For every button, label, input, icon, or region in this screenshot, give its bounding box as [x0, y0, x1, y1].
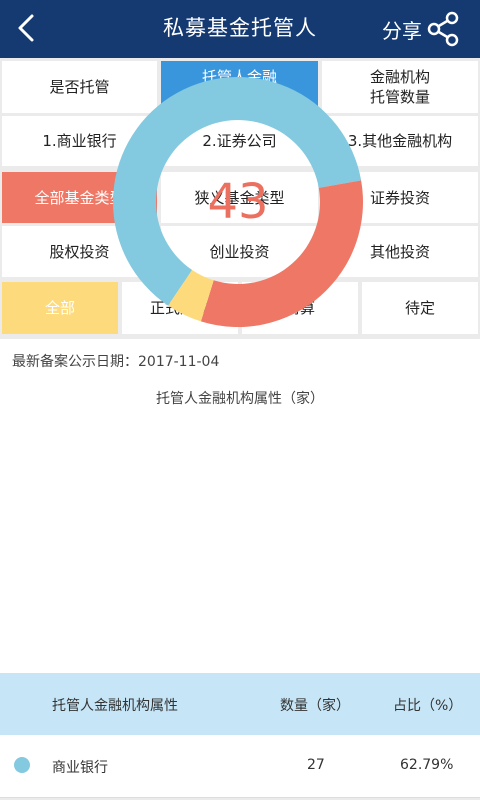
row-name: 商业银行	[52, 760, 108, 776]
top-bar: 私募基金托管人 分享	[0, 0, 480, 58]
table-row[interactable]: 商业银行 27 62.79%	[0, 735, 480, 798]
tab-label: 金融机构 托管数量	[369, 68, 430, 106]
filter-label: 1.商业银行	[42, 132, 117, 150]
filter-label: 证券投资	[369, 188, 430, 207]
column-header: 数量（家）	[280, 698, 350, 714]
donut-total: 43	[207, 174, 269, 230]
chart-panel: 最新备案公示日期：2017-11-04 托管人金融机构属性（家）	[0, 339, 480, 673]
row-count: 27	[307, 757, 325, 773]
filter-label: 其他投资	[369, 242, 430, 261]
row-percent: 62.79%	[400, 757, 454, 773]
table-header: 托管人金融机构属性 数量（家） 占比（%）	[0, 673, 480, 735]
share-label: 分享	[382, 18, 422, 43]
legend-dot	[14, 757, 30, 773]
column-header: 托管人金融机构属性	[52, 698, 178, 714]
filter-label: 股权投资	[49, 242, 110, 261]
status-pending[interactable]: 待定	[362, 282, 478, 334]
chart-title: 托管人金融机构属性（家）	[156, 391, 324, 407]
tab-label: 是否托管	[49, 78, 110, 96]
status-label: 待定	[404, 299, 435, 317]
filing-date: 最新备案公示日期：2017-11-04	[12, 354, 220, 370]
status-all[interactable]: 全部	[2, 282, 118, 334]
column-header: 占比（%）	[393, 698, 463, 714]
share-icon	[427, 11, 459, 47]
share-button[interactable]: 分享	[382, 8, 460, 50]
status-label: 全部	[44, 299, 75, 317]
